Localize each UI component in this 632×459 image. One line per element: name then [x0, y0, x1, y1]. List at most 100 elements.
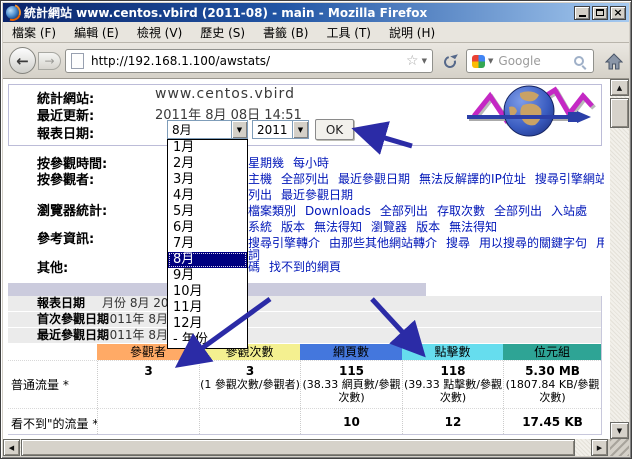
month-option[interactable]: 3月 — [168, 172, 247, 188]
nav-link[interactable]: 系統 — [248, 220, 272, 233]
search-magnifier-icon[interactable] — [574, 56, 584, 66]
url-dropdown-caret-icon[interactable]: ▼ — [422, 57, 427, 65]
window-title: 統計網站 www.centos.vbird (2011-08) - main -… — [24, 4, 572, 21]
month-select[interactable]: 8月 ▼ — [167, 120, 248, 139]
nav-link[interactable]: 列出 — [248, 188, 272, 201]
nav-links-row: 星期幾每小時 — [248, 154, 604, 169]
last-update-label: 最近更新: — [37, 105, 94, 124]
nav-link[interactable]: 主機 — [248, 172, 272, 185]
nav-link[interactable]: Downloads — [305, 204, 371, 217]
month-option[interactable]: 4月 — [168, 188, 247, 204]
menu-bookmarks[interactable]: 書籤 (B) — [254, 22, 317, 43]
menu-history[interactable]: 歷史 (S) — [191, 22, 254, 43]
date-row-label: 報表日期 — [37, 296, 85, 311]
month-option[interactable]: 6月 — [168, 220, 247, 236]
menu-file[interactable]: 檔案 (F) — [3, 22, 65, 43]
hits-note: (39.33 點擊數/參觀次數) — [403, 378, 503, 404]
month-select-caret-icon[interactable]: ▼ — [231, 121, 247, 138]
header-hits: 點擊數 — [402, 344, 503, 360]
menu-help[interactable]: 說明 (H) — [380, 22, 444, 43]
minimize-icon — [579, 15, 586, 17]
vertical-scrollbar[interactable]: ▲ ▼ — [610, 79, 629, 439]
reload-button[interactable] — [438, 50, 462, 73]
scroll-down-button[interactable]: ▼ — [610, 422, 629, 439]
month-option[interactable]: 7月 — [168, 236, 247, 252]
horizontal-scroll-thumb[interactable] — [21, 439, 575, 456]
first-visit-row: 首次參觀日期 2011年 8月 — [8, 312, 601, 327]
window-resize-grip[interactable] — [610, 439, 629, 456]
nav-link[interactable]: 找不到的網頁 — [269, 260, 341, 273]
minimize-button[interactable] — [574, 6, 590, 20]
close-button[interactable]: × — [610, 6, 626, 20]
month-option[interactable]: - 年份 - — [168, 332, 247, 348]
month-option[interactable]: 5月 — [168, 204, 247, 220]
scroll-right-icon: ▶ — [597, 444, 602, 452]
nav-link[interactable]: 版本 — [281, 220, 305, 233]
nav-link[interactable]: 入站處 — [551, 204, 587, 217]
scroll-down-icon: ▼ — [617, 427, 622, 435]
nav-link[interactable]: 每小時 — [293, 156, 329, 169]
pages-value: 115 — [301, 364, 402, 378]
month-option[interactable]: 10月 — [168, 284, 247, 300]
month-option[interactable]: 12月 — [168, 316, 247, 332]
forward-button[interactable]: → — [38, 52, 61, 70]
menu-edit[interactable]: 編輯 (E) — [65, 22, 128, 43]
scroll-right-button[interactable]: ▶ — [591, 439, 608, 456]
nav-links-row: 碼找不到的網頁 — [248, 258, 604, 273]
horizontal-scrollbar[interactable]: ◀ ▶ — [3, 439, 608, 456]
month-option[interactable]: 2月 — [168, 156, 247, 172]
menu-view[interactable]: 檢視 (V) — [128, 22, 191, 43]
nav-links-row: 列出最近參觀日期 — [248, 186, 604, 201]
nav-link[interactable]: 無法反解譯的IP位址 — [419, 172, 526, 185]
menu-tools[interactable]: 工具 (T) — [317, 22, 380, 43]
date-row-value: 2011年 8月 — [102, 312, 168, 327]
month-option[interactable]: 1月 — [168, 140, 247, 156]
nav-link[interactable]: 全部列出 — [380, 204, 428, 217]
search-engine-caret-icon[interactable]: ▼ — [488, 57, 493, 65]
ok-button[interactable]: OK — [315, 119, 354, 140]
month-select-value: 8月 — [168, 121, 231, 138]
home-button[interactable] — [600, 48, 627, 74]
nav-link[interactable]: 碼 — [248, 260, 260, 273]
nav-link[interactable]: 無法得知 — [449, 220, 497, 233]
year-select-caret-icon[interactable]: ▼ — [292, 121, 308, 138]
nav-link[interactable]: 無法得知 — [314, 220, 362, 233]
firefox-icon — [6, 6, 19, 19]
date-row-value: 2011年 8月 — [102, 328, 168, 343]
visits-value: 3 — [200, 364, 300, 378]
table-row-viewed-traffic: 普通流量 * 3 3(1 參觀次數/參觀者) 115(38.33 網頁數/參觀次… — [8, 360, 601, 408]
reload-icon — [442, 53, 458, 69]
month-option-selected[interactable]: 8月 — [168, 252, 247, 268]
back-button[interactable]: ← — [9, 47, 36, 74]
nav-link[interactable]: 版本 — [416, 220, 440, 233]
nav-link[interactable]: 全部列出 — [281, 172, 329, 185]
vertical-scroll-thumb[interactable] — [610, 98, 629, 128]
nav-links-row: 主機全部列出最近參觀日期無法反解譯的IP位址搜尋引擎網站 — [248, 170, 604, 185]
nav-link[interactable]: 星期幾 — [248, 156, 284, 169]
bytes-value: 17.45 KB — [504, 415, 601, 429]
header-pages: 網頁數 — [300, 344, 402, 360]
month-option[interactable]: 11月 — [168, 300, 247, 316]
nav-link[interactable]: 全部列出 — [494, 204, 542, 217]
maximize-button[interactable] — [592, 6, 608, 20]
table-row-not-viewed-traffic: 看不到"的流量 * 10 12 17.45 KB — [8, 408, 601, 434]
month-option[interactable]: 9月 — [168, 268, 247, 284]
scroll-left-button[interactable]: ◀ — [3, 439, 20, 456]
year-select[interactable]: 2011 ▼ — [252, 120, 309, 139]
search-input[interactable]: ▼ Google — [466, 49, 594, 73]
last-visit-row: 最近參觀日期 2011年 8月 — [8, 328, 601, 343]
nav-link[interactable]: 最近參觀日期 — [281, 188, 353, 201]
search-placeholder[interactable]: Google — [498, 54, 574, 68]
nav-link[interactable]: 最近參觀日期 — [338, 172, 410, 185]
nav-link[interactable]: 檔案類別 — [248, 204, 296, 217]
menu-bar: 檔案 (F) 編輯 (E) 檢視 (V) 歷史 (S) 書籤 (B) 工具 (T… — [3, 22, 629, 43]
url-input[interactable]: http://192.168.1.100/awstats/ ☆ ▼ — [65, 49, 433, 73]
google-logo-icon[interactable] — [472, 55, 485, 68]
bookmark-star-icon[interactable]: ☆ — [406, 54, 419, 68]
report-date-row: 報表日期 月份 8月 20 — [8, 296, 601, 311]
nav-link[interactable]: 存取次數 — [437, 204, 485, 217]
scroll-up-button[interactable]: ▲ — [610, 79, 629, 96]
nav-link[interactable]: 瀏覽器 — [371, 220, 407, 233]
url-text[interactable]: http://192.168.1.100/awstats/ — [91, 54, 403, 68]
nav-link[interactable]: 搜尋引擎網站 — [535, 172, 604, 185]
